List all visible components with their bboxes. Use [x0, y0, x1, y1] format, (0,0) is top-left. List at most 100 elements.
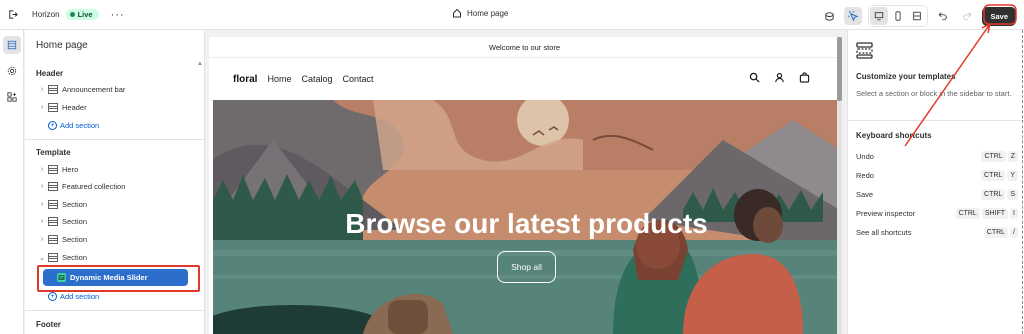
shortcut-keys: CTRL / [983, 227, 1018, 238]
sidebar-item-section[interactable]: › Section [36, 196, 202, 213]
shop-all-button[interactable]: Shop all [497, 251, 556, 283]
chevron-right-icon[interactable]: › [36, 166, 48, 173]
add-section-label: Add section [60, 120, 100, 130]
rail-apps-button[interactable] [3, 88, 21, 106]
fullwidth-icon [913, 11, 922, 21]
exit-button[interactable] [0, 9, 24, 20]
shortcut-keys: CTRL S [981, 189, 1018, 200]
shortcut-label: See all shortcuts [856, 228, 912, 237]
sidebar-item-announcement-bar[interactable]: › Announcement bar [36, 81, 202, 98]
viewport-toggle-group [868, 5, 929, 27]
shortcut-label: Redo [856, 171, 874, 180]
section-icon [48, 235, 58, 244]
add-section-label: Add section [60, 291, 100, 301]
page-selector[interactable]: Home page [452, 8, 508, 18]
nav-link-home[interactable]: Home [267, 74, 291, 84]
panel-description: Select a section or block in the sidebar… [856, 89, 1012, 98]
settings-icon [7, 66, 17, 76]
theme-name[interactable]: Horizon [32, 10, 60, 19]
key-cap: I [1010, 208, 1018, 219]
section-icon [48, 182, 58, 191]
toolbar-right: Save [820, 5, 1016, 27]
sidebar-item-hero[interactable]: › Hero [36, 161, 202, 178]
sidebar-title: Home page [36, 40, 88, 51]
shortcut-row-redo: Redo CTRL Y [856, 168, 1018, 183]
section-icon [48, 253, 58, 262]
canvas-scrollbar-thumb[interactable] [837, 37, 842, 101]
chevron-right-icon[interactable]: › [36, 86, 48, 93]
sidebar-scroll-up-icon[interactable]: ▲ [197, 61, 203, 67]
sidebar-item-section[interactable]: › Section [36, 213, 202, 230]
key-cap: CTRL [983, 227, 1009, 238]
key-cap: CTRL [981, 189, 1006, 200]
fullwidth-view-button[interactable] [908, 7, 926, 25]
chevron-right-icon[interactable]: › [36, 104, 48, 111]
left-rail [0, 30, 24, 334]
inspector-icon [848, 10, 859, 22]
shortcut-row-preview-inspector: Preview inspector CTRL SHIFT I [856, 206, 1018, 221]
shortcut-row-see-all[interactable]: See all shortcuts CTRL / [856, 225, 1018, 240]
shortcuts-title: Keyboard shortcuts [856, 131, 932, 140]
section-icon [48, 200, 58, 209]
key-cap: CTRL [981, 170, 1006, 181]
store-logo[interactable]: floral [233, 74, 257, 85]
section-icon [48, 165, 58, 174]
key-cap: S [1007, 189, 1018, 200]
rail-sections-button[interactable] [3, 36, 21, 54]
plus-circle-icon: + [48, 120, 57, 130]
search-icon[interactable] [749, 72, 760, 83]
chevron-down-icon[interactable]: ⌄ [36, 254, 48, 262]
chevron-right-icon[interactable]: › [36, 183, 48, 190]
sidebar-item-label: Section [62, 200, 88, 209]
canvas-scrollbar[interactable] [837, 37, 842, 334]
chevron-right-icon[interactable]: › [36, 201, 48, 208]
live-status-badge: Live [65, 9, 99, 20]
sidebar-item-label: Announcement bar [62, 85, 126, 94]
more-actions-button[interactable]: ··· [111, 9, 125, 21]
template-icon [856, 42, 873, 59]
home-icon [453, 8, 461, 18]
desktop-icon [875, 12, 884, 21]
chevron-right-icon[interactable]: › [36, 218, 48, 225]
hero-section[interactable]: Browse our latest products Shop all [213, 100, 840, 334]
section-icon [48, 85, 58, 94]
redo-button[interactable] [958, 7, 976, 25]
undo-icon [939, 12, 948, 21]
rail-settings-button[interactable] [3, 62, 21, 80]
header-add-section-button[interactable]: + Add section [48, 118, 99, 132]
footer-group-title: Footer [36, 320, 61, 329]
desktop-view-button[interactable] [870, 7, 889, 25]
sidebar-item-header[interactable]: › Header [36, 99, 202, 116]
panel-title: Customize your templates [856, 72, 956, 81]
shortcut-row-undo: Undo CTRL Z [856, 149, 1018, 164]
sidebar-item-section-expanded[interactable]: ⌄ Section [36, 249, 202, 266]
save-button[interactable]: Save [982, 6, 1016, 26]
sidebar-item-label: Section [62, 235, 88, 244]
announcement-bar[interactable]: Welcome to our store [209, 37, 840, 58]
chevron-right-icon[interactable]: › [36, 236, 48, 243]
undo-button[interactable] [934, 7, 952, 25]
sidebar-item-label: Header [62, 103, 87, 112]
panel-divider [848, 120, 1024, 121]
shortcut-label: Preview inspector [856, 209, 916, 218]
store-preview[interactable]: Welcome to our store floral Home Catalog… [209, 37, 840, 334]
redo-icon [963, 12, 972, 21]
store-icon [825, 11, 834, 21]
section-icon [48, 217, 58, 226]
inspector-toggle[interactable] [844, 7, 863, 25]
shortcut-keys: CTRL Y [981, 170, 1018, 181]
store-header[interactable]: floral Home Catalog Contact [209, 58, 840, 100]
store-button[interactable] [820, 7, 838, 25]
sections-icon [7, 40, 17, 50]
sidebar-divider [25, 310, 205, 311]
nav-link-contact[interactable]: Contact [343, 74, 374, 84]
live-dot-icon [69, 12, 75, 17]
account-icon[interactable] [774, 72, 785, 83]
mobile-view-button[interactable] [889, 7, 907, 25]
shortcut-row-save: Save CTRL S [856, 187, 1018, 202]
cart-icon[interactable] [799, 72, 810, 83]
sidebar-item-section[interactable]: › Section [36, 231, 202, 248]
sidebar-item-label: Featured collection [62, 182, 126, 191]
nav-link-catalog[interactable]: Catalog [301, 74, 332, 84]
sidebar-item-featured-collection[interactable]: › Featured collection [36, 178, 202, 195]
